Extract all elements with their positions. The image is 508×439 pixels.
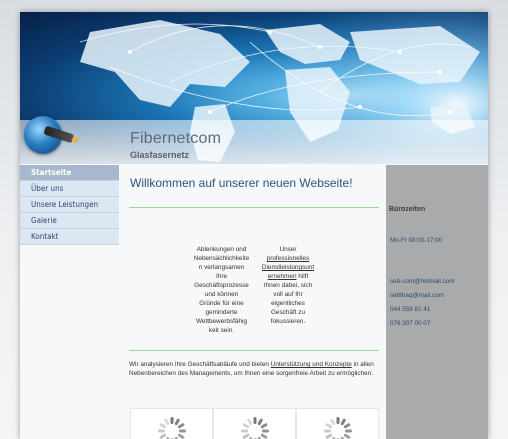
text-line: Ihre — [215, 273, 227, 280]
loading-spinner-icon — [158, 417, 186, 439]
text-column-left: Ablenkungen und Nebensächlichkeite n ver… — [190, 245, 253, 335]
intro-paragraph: Wir analysieren Ihre Geschäftsabläufe un… — [129, 361, 379, 378]
text-line: eigentliches — [271, 300, 305, 307]
text-fragment: hilft — [296, 273, 309, 280]
phone-number: 044 558 81 41 — [390, 306, 431, 313]
text-line: Gründe für eine — [199, 300, 244, 307]
text-line: n verlangsamen — [198, 264, 245, 271]
right-sidebar: Bürozeiten Mo-Fr 08:00-17:00 seb-com@hot… — [386, 165, 488, 439]
divider-top — [129, 207, 379, 208]
loading-tile — [130, 408, 213, 439]
text-line: voll auf Ihr — [273, 291, 303, 298]
welcome-heading: Willkommen auf unserer neuen Webseite! — [130, 176, 353, 190]
office-hours-text: Mo-Fr 08:00-17:00 — [390, 237, 443, 244]
globe-cable-logo-icon[interactable] — [24, 116, 75, 154]
main-content: Willkommen auf unserer neuen Webseite! A… — [119, 165, 386, 439]
email-link[interactable]: seb-com@hotmail.com — [390, 278, 454, 285]
services-link[interactable]: ernehmen — [268, 273, 297, 280]
header-title-bar — [20, 120, 488, 164]
text-line: geminderte — [205, 309, 238, 316]
main-navigation: Startseite Über uns Unsere Leistungen Ga… — [20, 165, 119, 245]
site-subtitle: Glasfasernetz — [130, 150, 190, 160]
nav-item-kontakt[interactable]: Kontakt — [20, 229, 119, 245]
page-container: Fibernetcom Glasfasernetz Startseite Übe… — [20, 12, 488, 439]
text-line: fokussieren. — [270, 318, 306, 325]
text-column-right: Unser professionelles Dienstleistungsunt… — [261, 245, 315, 326]
nav-item-startseite[interactable]: Startseite — [20, 165, 119, 181]
text-line: Wettbewerbsfähig — [195, 318, 248, 325]
text-line: keit sein. — [208, 327, 235, 334]
nav-item-unsere-leistungen[interactable]: Unsere Leistungen — [20, 197, 119, 213]
email-link[interactable]: sebthaq@mail.com — [390, 292, 444, 299]
divider-bottom — [129, 350, 379, 351]
support-concepts-link[interactable]: Unterstützung und Konzepte — [271, 361, 352, 368]
nav-item-ueber-uns[interactable]: Über uns — [20, 181, 119, 197]
text-line: Nebensächlichkeite — [193, 255, 250, 262]
services-link[interactable]: Dienstleistungsunt — [262, 264, 314, 271]
loading-spinner-icon — [241, 417, 269, 439]
office-hours-title: Bürozeiten — [389, 206, 426, 213]
nav-item-galerie[interactable]: Galerie — [20, 213, 119, 229]
text-line: und können — [204, 291, 239, 298]
text-line: Ihnen dabei, sich — [263, 282, 313, 289]
loading-tile — [213, 408, 296, 439]
text-line: Unser — [279, 246, 297, 253]
text-line: Geschäft zu — [270, 309, 306, 316]
phone-number: 076 307 00 07 — [390, 320, 431, 327]
services-link[interactable]: professionelles — [267, 255, 310, 262]
text-fragment: Wir analysieren Ihre Geschäftsabläufe un… — [129, 361, 271, 368]
loading-tile — [296, 408, 379, 439]
text-line: Geschäftsprozesse — [194, 282, 249, 289]
loading-spinner-icon — [324, 417, 352, 439]
site-title[interactable]: Fibernetcom — [130, 130, 221, 148]
text-line: Ablenkungen und — [196, 246, 247, 253]
